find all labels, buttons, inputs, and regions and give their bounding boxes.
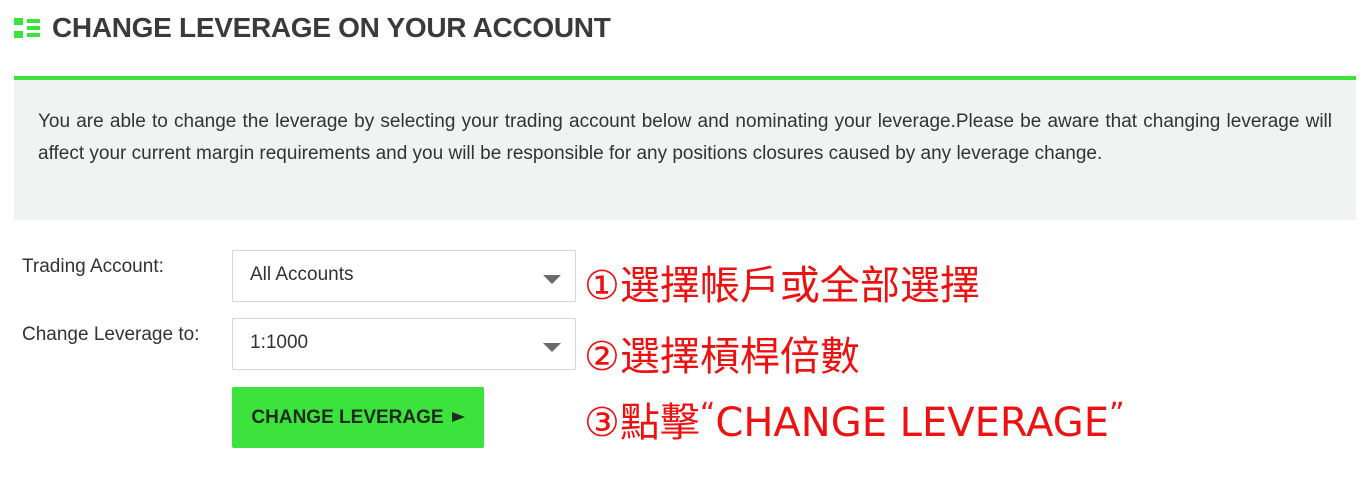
page-header: CHANGE LEVERAGE ON YOUR ACCOUNT — [14, 8, 611, 48]
page-title: CHANGE LEVERAGE ON YOUR ACCOUNT — [52, 12, 611, 43]
trading-account-select[interactable]: All Accounts — [232, 250, 576, 302]
change-leverage-label: Change Leverage to: — [22, 324, 200, 345]
arrow-right-icon — [451, 411, 465, 422]
leverage-notice-text: You are able to change the leverage by s… — [38, 111, 1332, 164]
trading-account-label: Trading Account: — [22, 256, 164, 277]
change-leverage-button[interactable]: CHANGE LEVERAGE — [232, 387, 484, 448]
leverage-notice-box: You are able to change the leverage by s… — [14, 80, 1356, 220]
change-leverage-button-label: CHANGE LEVERAGE — [251, 406, 444, 428]
annotation-open-quote: “ — [699, 397, 716, 432]
annotation-close-quote: ” — [1108, 397, 1125, 432]
annotation-step-2: ②選擇槓桿倍數 — [584, 334, 860, 380]
list-icon — [14, 17, 42, 39]
annotation-step-1: ①選擇帳戶或全部選擇 — [584, 263, 980, 309]
leverage-select[interactable]: 1:1000 — [232, 318, 576, 370]
leverage-value: 1:1000 — [250, 332, 309, 353]
annotation-step-3-prefix: ③點擊 — [584, 400, 700, 446]
annotation-step-3: ③點擊“CHANGE LEVERAGE” — [584, 390, 1125, 448]
annotation-step-3-text: CHANGE LEVERAGE — [715, 400, 1109, 446]
chevron-down-icon — [543, 343, 561, 352]
chevron-down-icon — [543, 275, 561, 284]
trading-account-value: All Accounts — [250, 264, 354, 285]
